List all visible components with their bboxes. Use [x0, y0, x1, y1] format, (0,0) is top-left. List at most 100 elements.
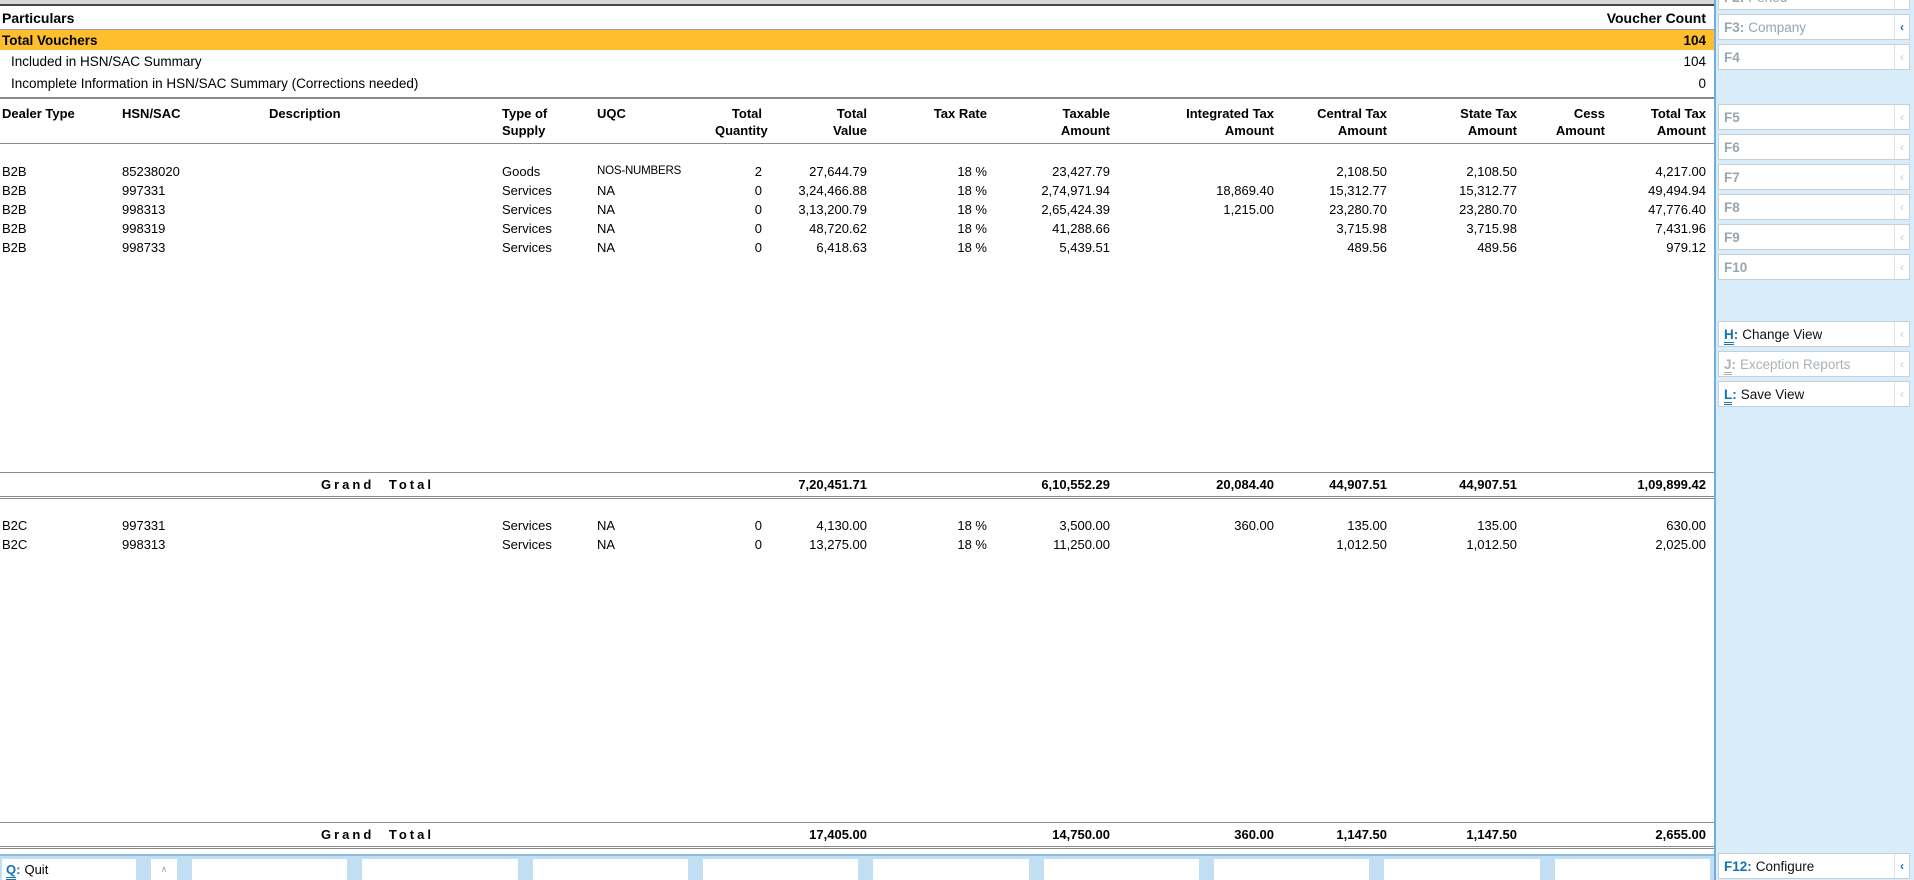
table-cell: 998319: [120, 219, 267, 238]
table-cell: 3,13,200.79: [770, 200, 875, 219]
toolbar-empty-slot: [873, 859, 1028, 880]
table-cell: NA: [595, 516, 715, 535]
hotkey-letter: L: [1724, 387, 1732, 405]
toolbar-expand-caret-icon[interactable]: ∧: [151, 859, 177, 880]
table-cell: 49,494.94: [1613, 181, 1714, 200]
grand-total-cell: [120, 473, 267, 496]
sidebar-button-f5: F5 ‹: [1718, 104, 1910, 130]
table-cell: 18 %: [875, 516, 995, 535]
column-header: Type ofSupply: [500, 105, 595, 139]
table-cell: 998733: [120, 238, 267, 257]
sidebar-button-f2[interactable]: F2:Period‹: [1718, 0, 1910, 10]
grand-total-cell: [500, 823, 595, 846]
report-area: Particulars Voucher Count Total Vouchers…: [0, 0, 1714, 880]
toolbar-empty-slot: [703, 859, 858, 880]
summary-row-value: 104: [1683, 33, 1706, 48]
table-cell: NA: [595, 200, 715, 219]
bottom-toolbar: Q:Quit ∧: [0, 854, 1714, 880]
table-cell: 360.00: [1118, 516, 1282, 535]
table-cell: B2B: [0, 200, 120, 219]
table-row[interactable]: B2B998319ServicesNA048,720.6218 %41,288.…: [0, 219, 1714, 238]
table-cell: [267, 181, 500, 200]
hotkey-separator: :: [1747, 859, 1752, 874]
table-cell: [1525, 181, 1613, 200]
collapse-chevron-icon: ‹: [1894, 165, 1909, 189]
quit-button[interactable]: Q:Quit: [2, 859, 136, 880]
sidebar-button-j: J:Exception Reports‹: [1718, 351, 1910, 377]
hotkey-letter: F10: [1724, 260, 1747, 275]
table-cell: Services: [500, 219, 595, 238]
table-row[interactable]: B2B997331ServicesNA03,24,466.8818 %2,74,…: [0, 181, 1714, 200]
hotkey-letter: F4: [1724, 50, 1740, 65]
grand-total-cell: [875, 473, 995, 496]
table-cell: 1,012.50: [1395, 535, 1525, 554]
column-header: Integrated TaxAmount: [1118, 105, 1282, 139]
table-cell: 135.00: [1282, 516, 1395, 535]
column-header: UQC: [595, 105, 715, 139]
hotkey-separator: :: [1740, 0, 1745, 5]
hotkey-separator: :: [1740, 20, 1745, 35]
table-cell: [1525, 238, 1613, 257]
table-row[interactable]: B2B998733ServicesNA06,418.6318 %5,439.51…: [0, 238, 1714, 257]
table-cell: [1525, 200, 1613, 219]
table-cell: 0: [715, 238, 770, 257]
summary-row-included[interactable]: Included in HSN/SAC Summary 104: [0, 50, 1714, 72]
table-cell: 0: [715, 219, 770, 238]
table-cell: [267, 219, 500, 238]
table-row[interactable]: B2C997331ServicesNA04,130.0018 %3,500.00…: [0, 516, 1714, 535]
sidebar-button-f12[interactable]: F12:Configure‹: [1718, 853, 1910, 879]
sidebar-button-l[interactable]: L:Save View‹: [1718, 381, 1910, 407]
table-cell: 4,217.00: [1613, 162, 1714, 181]
table-cell: 23,280.70: [1395, 200, 1525, 219]
grand-total-cell: 1,09,899.42: [1613, 473, 1714, 496]
summary-row-incomplete[interactable]: Incomplete Information in HSN/SAC Summar…: [0, 72, 1714, 94]
grand-total-cell: [875, 823, 995, 846]
collapse-chevron-icon: ‹: [1894, 0, 1909, 9]
table-cell: 7,431.96: [1613, 219, 1714, 238]
table-cell: [1525, 162, 1613, 181]
grand-total-cell: [715, 823, 770, 846]
summary-row-total-vouchers[interactable]: Total Vouchers 104: [0, 30, 1714, 50]
toolbar-empty-slot: [533, 859, 688, 880]
table-cell: Services: [500, 535, 595, 554]
hotkey-separator: :: [1734, 327, 1739, 342]
column-header: TotalQuantity: [715, 105, 770, 139]
table-row[interactable]: B2B85238020GoodsNOS-NUMBERS227,644.7918 …: [0, 162, 1714, 181]
column-header: Central TaxAmount: [1282, 105, 1395, 139]
table-cell: [1525, 535, 1613, 554]
b2c-rows: B2C997331ServicesNA04,130.0018 %3,500.00…: [0, 516, 1714, 554]
hotkey-letter: F6: [1724, 140, 1740, 155]
table-cell: 27,644.79: [770, 162, 875, 181]
sidebar-button-h[interactable]: H:Change View‹: [1718, 321, 1910, 347]
table-cell: 23,427.79: [995, 162, 1118, 181]
sidebar-spacer: [1718, 70, 1910, 100]
grand-total-cell: [0, 473, 120, 496]
table-cell: Goods: [500, 162, 595, 181]
summary-row-label: Incomplete Information in HSN/SAC Summar…: [11, 76, 418, 91]
table-cell: Services: [500, 238, 595, 257]
table-cell: [267, 200, 500, 219]
collapse-chevron-icon: ‹: [1894, 135, 1909, 159]
table-cell: 3,715.98: [1395, 219, 1525, 238]
sidebar-button-label: Change View: [1742, 327, 1822, 342]
grand-total-cell: 44,907.51: [1282, 473, 1395, 496]
grand-total-cell: [595, 473, 715, 496]
collapse-chevron-icon: ‹: [1894, 45, 1909, 69]
table-row[interactable]: B2B998313ServicesNA03,13,200.7918 %2,65,…: [0, 200, 1714, 219]
sidebar-button-f3[interactable]: F3:Company‹: [1718, 14, 1910, 40]
collapse-chevron-icon: ‹: [1894, 105, 1909, 129]
table-cell: [1118, 535, 1282, 554]
sidebar-spacer: [1718, 280, 1910, 317]
table-cell: 3,500.00: [995, 516, 1118, 535]
table-cell: [267, 162, 500, 181]
b2b-rows: B2B85238020GoodsNOS-NUMBERS227,644.7918 …: [0, 162, 1714, 257]
summary-row-value: 104: [1683, 54, 1706, 69]
hotkey-letter: F5: [1724, 110, 1740, 125]
table-cell: B2B: [0, 219, 120, 238]
collapse-chevron-icon: ‹: [1894, 322, 1909, 346]
table-row[interactable]: B2C998313ServicesNA013,275.0018 %11,250.…: [0, 535, 1714, 554]
table-cell: 48,720.62: [770, 219, 875, 238]
hotkey-separator: :: [1732, 387, 1737, 402]
grand-total-cell: 20,084.40: [1118, 473, 1282, 496]
sidebar-button-f8: F8‹: [1718, 194, 1910, 220]
